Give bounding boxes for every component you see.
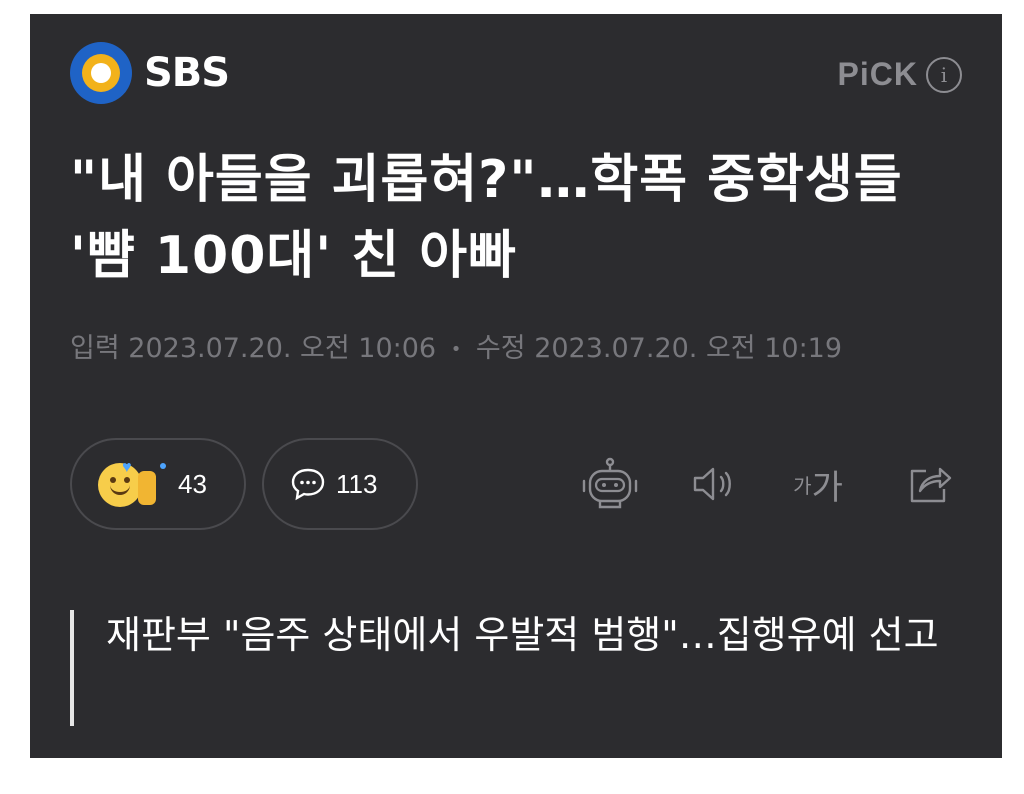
pick-label: PiCK	[837, 56, 918, 92]
meta-separator: •	[450, 339, 462, 360]
article-meta: 입력 2023.07.20. 오전 10:06 • 수정 2023.07.20.…	[70, 326, 842, 365]
article-card: SBS PiCK i "내 아들을 괴롭혀?"…학폭 중학생들 '뺨 100대'…	[30, 14, 1002, 758]
sbs-logo-icon	[70, 42, 132, 104]
share-icon[interactable]	[902, 458, 958, 510]
press-logo[interactable]: SBS	[70, 42, 230, 104]
quote-bar	[70, 610, 74, 726]
like-button[interactable]: ♥ 43	[70, 438, 246, 530]
edit-label: 수정	[475, 333, 526, 364]
info-icon[interactable]: i	[926, 56, 962, 93]
like-emoji-icon: ♥	[98, 459, 168, 509]
robot-summary-icon[interactable]	[578, 457, 642, 510]
comment-count: 113	[336, 468, 378, 499]
article-title: "내 아들을 괴롭혀?"…학폭 중학생들 '뺨 100대' 친 아빠	[70, 150, 903, 286]
article-subtitle: 재판부 "음주 상태에서 우발적 범행"…집행유예 선고	[106, 613, 939, 657]
input-time: 2023.07.20. 오전 10:06	[128, 333, 437, 364]
like-count: 43	[178, 468, 207, 499]
press-name: SBS	[144, 50, 230, 96]
pick-badge[interactable]: PiCK i	[838, 56, 962, 93]
speaker-icon[interactable]	[688, 458, 744, 510]
edit-time: 2023.07.20. 오전 10:19	[534, 333, 843, 364]
input-label: 입력	[70, 333, 120, 364]
comment-button[interactable]: 113	[262, 438, 418, 530]
font-small-glyph: 가	[793, 473, 812, 498]
comment-bubble-icon	[290, 467, 326, 501]
font-big-glyph: 가	[811, 467, 843, 508]
font-size-icon[interactable]: 가 가	[786, 458, 850, 510]
